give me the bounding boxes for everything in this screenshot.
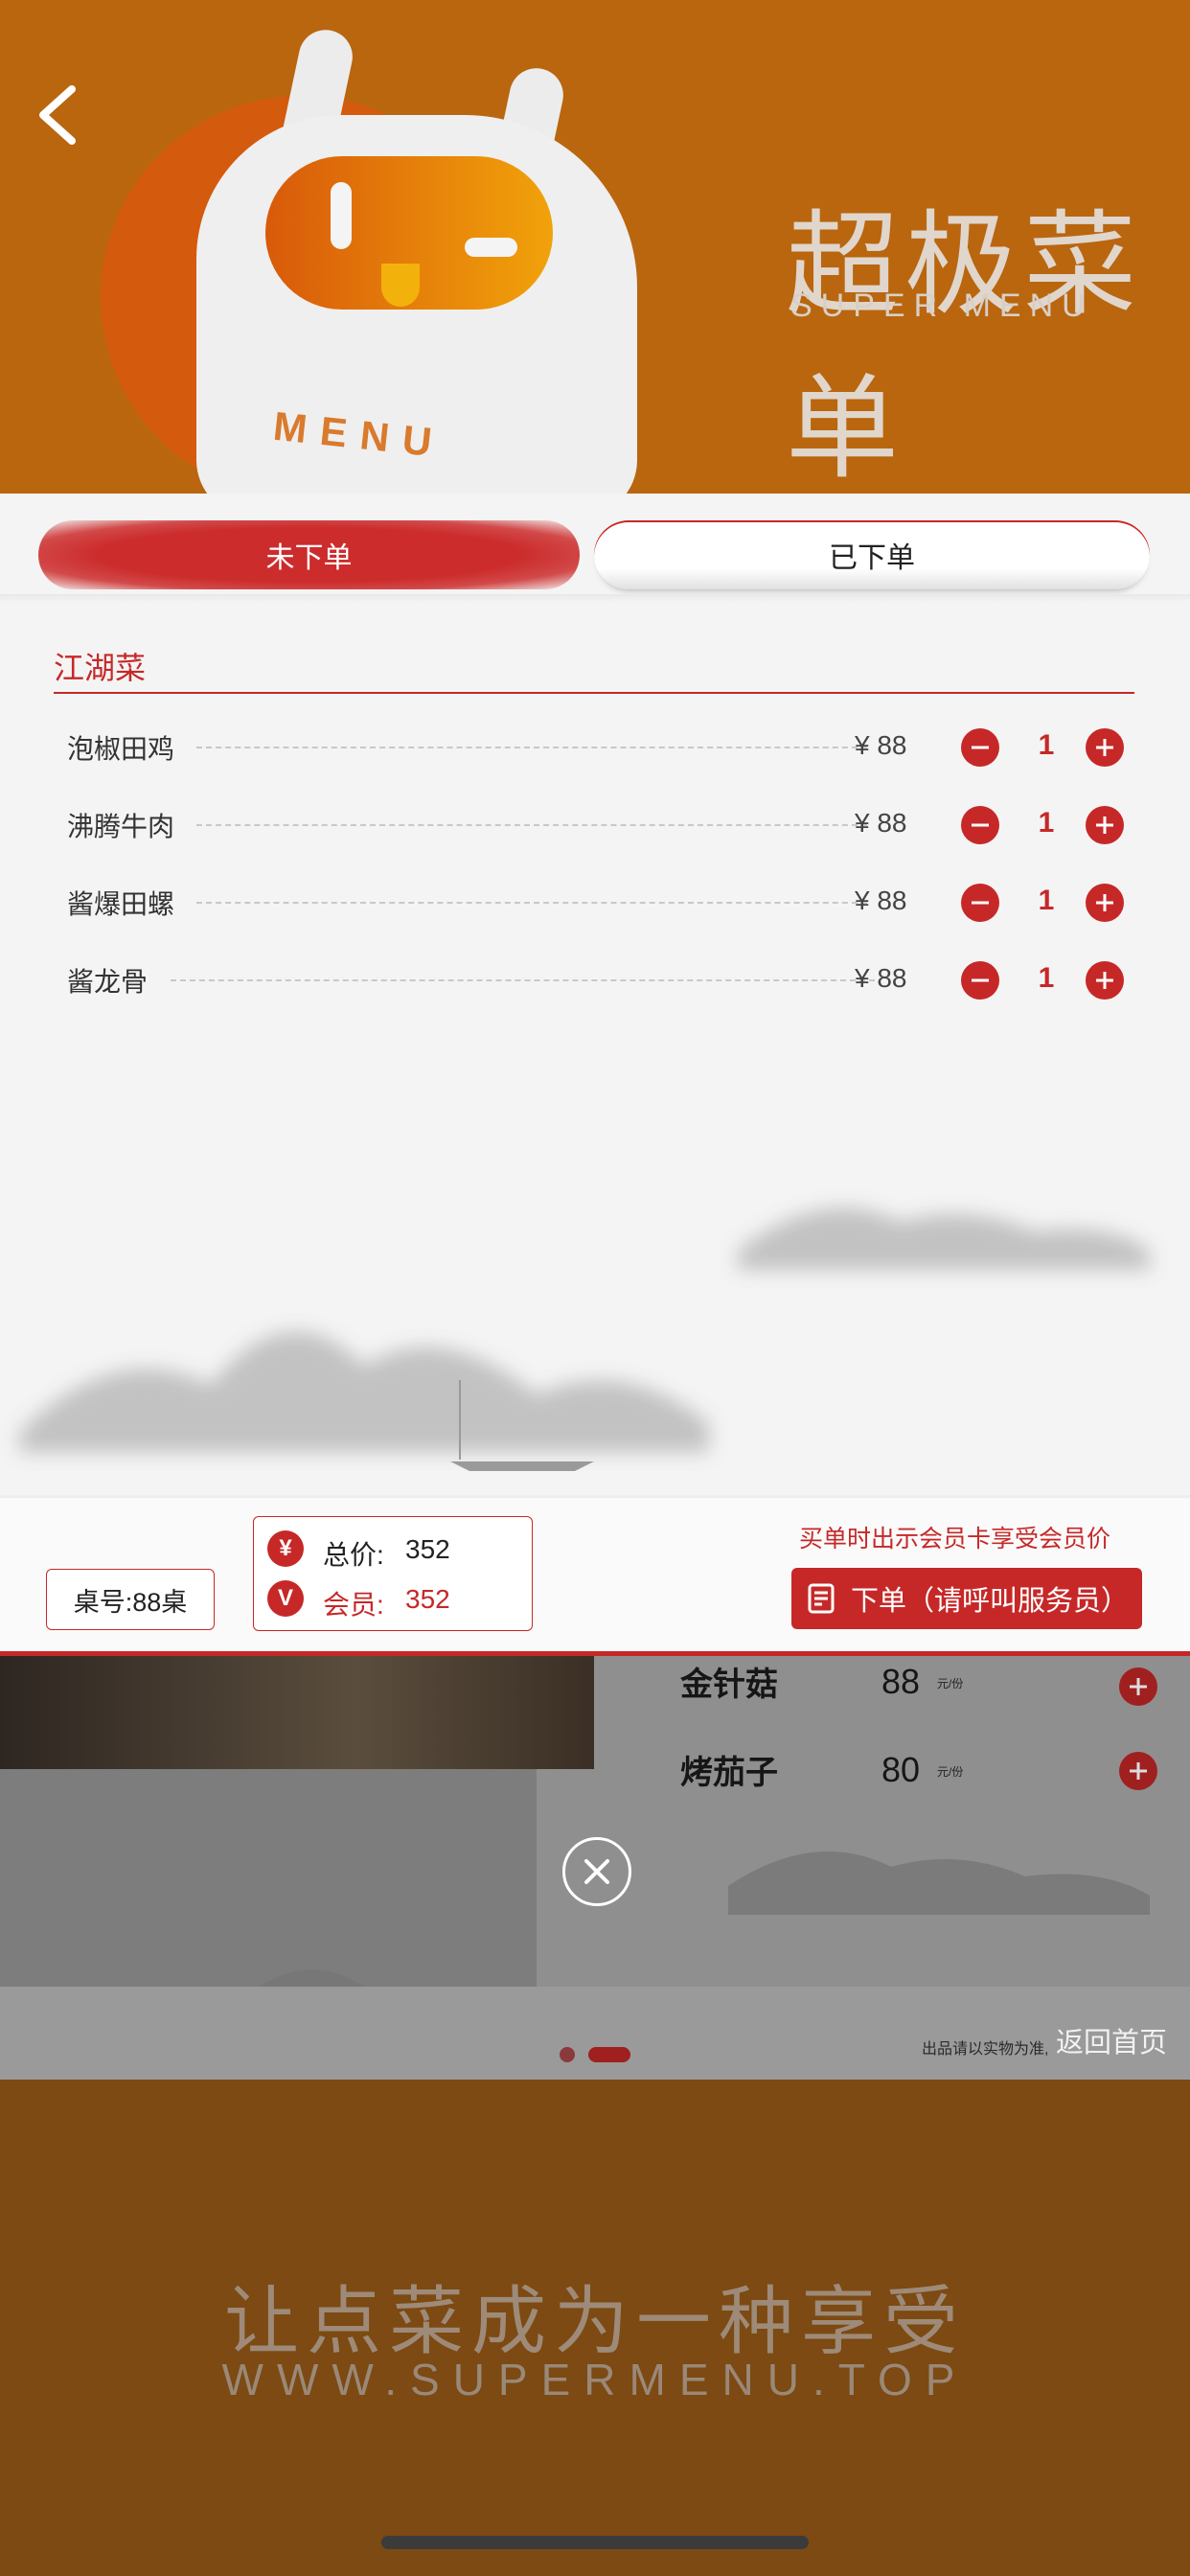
dish-price: ¥ 88 [855, 963, 907, 993]
back-arrow-icon[interactable] [34, 81, 91, 149]
plus-icon[interactable] [1086, 884, 1124, 922]
member-promo-text: 买单时出示会员卡享受会员价 [799, 1526, 1111, 1552]
plus-icon[interactable] [1086, 806, 1124, 844]
dotted-leader [171, 979, 875, 981]
quantity-value: 1 [1038, 962, 1055, 994]
dotted-leader [196, 824, 867, 826]
bg-dish-unit: 元/份 [937, 1765, 964, 1779]
list-item: 泡椒田鸡 ¥ 88 1 [67, 719, 1124, 776]
dish-price: ¥ 88 [855, 730, 907, 760]
place-order-button[interactable]: 下单（请呼叫服务员） [791, 1568, 1142, 1629]
mascot-eye [465, 238, 517, 257]
page-indicator-dot [560, 2047, 575, 2062]
plus-icon[interactable] [1086, 961, 1124, 1000]
ink-mountain-decoration [19, 1208, 1150, 1471]
disclaimer-text: 出品请以实物为准, [922, 2041, 1049, 2058]
total-label: 总价: [323, 1540, 384, 1570]
dotted-leader [196, 747, 867, 748]
plus-icon[interactable] [1086, 728, 1124, 767]
category-title: 江湖菜 [54, 651, 147, 685]
bg-dish-price: 80 [881, 1750, 921, 1789]
dish-price: ¥ 88 [855, 808, 907, 838]
header-banner: MENU 超极菜单 SUPER MENU [0, 0, 1190, 498]
category-underline [54, 692, 1134, 694]
minus-icon[interactable] [961, 884, 999, 922]
food-photo [0, 1656, 594, 1769]
table-number: 桌号:88桌 [46, 1569, 215, 1630]
bg-dish-price: 88 [881, 1662, 921, 1701]
order-sheet [0, 494, 1190, 1653]
member-label: 会员: [323, 1590, 384, 1620]
yuan-icon: ¥ [267, 1530, 304, 1567]
dish-name: 泡椒田鸡 [67, 734, 175, 764]
bg-plus-icon[interactable] [1119, 1668, 1157, 1706]
brand-logo-cn: 超极菜单 [786, 202, 1143, 493]
quantity-value: 1 [1038, 807, 1055, 839]
bg-plus-icon[interactable] [1119, 1752, 1157, 1790]
dish-name: 酱龙骨 [67, 967, 149, 997]
tab-not-ordered[interactable]: 未下单 [38, 520, 580, 589]
mascot-mouth [381, 264, 420, 307]
member-v-icon: V [267, 1580, 304, 1617]
close-icon[interactable] [562, 1837, 631, 1906]
price-summary-box: ¥ 总价: 352 V 会员: 352 [253, 1516, 533, 1631]
member-value: 352 [405, 1584, 450, 1614]
mascot-eye [331, 182, 352, 249]
home-indicator[interactable] [381, 2536, 809, 2549]
order-note-icon [808, 1583, 835, 1614]
dotted-leader [196, 902, 867, 904]
quantity-value: 1 [1038, 885, 1055, 916]
dish-name: 沸腾牛肉 [67, 812, 175, 841]
dish-price: ¥ 88 [855, 886, 907, 915]
place-order-label: 下单（请呼叫服务员） [850, 1586, 1129, 1617]
bg-dish-name: 烤茄子 [680, 1754, 778, 1792]
dish-name: 酱爆田螺 [67, 889, 175, 919]
page-indicator-active [588, 2047, 630, 2062]
list-item: 沸腾牛肉 ¥ 88 1 [67, 796, 1124, 854]
back-home-link[interactable]: 返回首页 [1056, 2020, 1167, 2060]
tab-ordered[interactable]: 已下单 [594, 520, 1150, 589]
total-value: 352 [405, 1534, 450, 1564]
tabs-divider [0, 594, 1190, 602]
list-item: 酱龙骨 ¥ 88 1 [67, 952, 1124, 1009]
bg-dish-name: 金针菇 [680, 1666, 778, 1704]
bg-dish-unit: 元/份 [937, 1677, 964, 1690]
list-item: 酱爆田螺 ¥ 88 1 [67, 874, 1124, 932]
minus-icon[interactable] [961, 806, 999, 844]
minus-icon[interactable] [961, 728, 999, 767]
website-text: WWW.SUPERMENU.TOP [221, 2355, 969, 2404]
brand-logo-en: SUPER MENU [790, 288, 1094, 324]
bg-footer-strip [0, 1987, 1190, 2080]
quantity-value: 1 [1038, 729, 1055, 761]
minus-icon[interactable] [961, 961, 999, 1000]
